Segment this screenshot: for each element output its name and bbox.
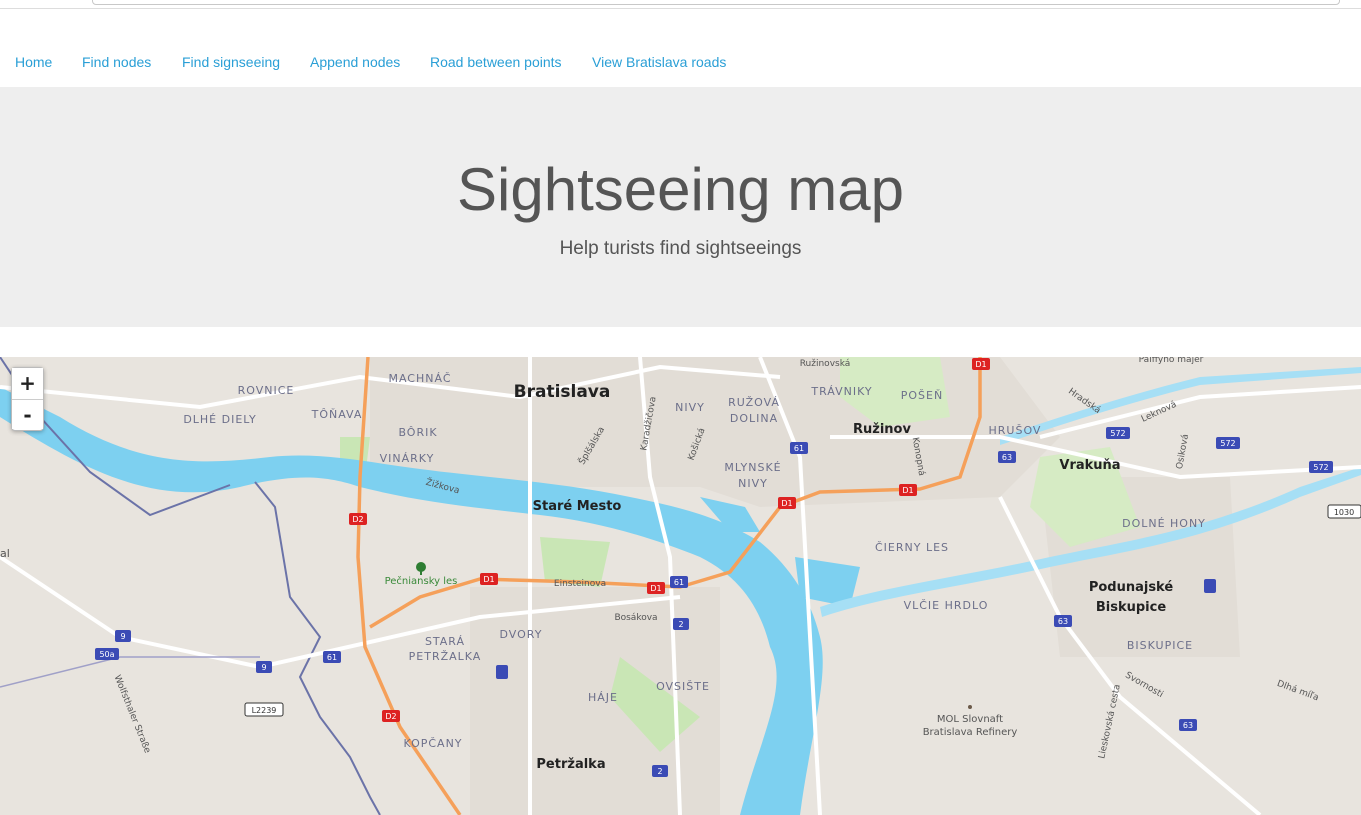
- page-subtitle: Help turists find sightseeings: [559, 238, 802, 259]
- svg-text:STARÁ: STARÁ: [425, 635, 465, 648]
- svg-text:2: 2: [678, 620, 683, 629]
- svg-text:PETRŽALKA: PETRŽALKA: [409, 650, 482, 663]
- map-container[interactable]: D1 D2 D1 D1 D1 D1 D2 61 61 61 63 63 63 5…: [0, 357, 1361, 815]
- svg-text:63: 63: [1058, 617, 1068, 626]
- svg-text:2: 2: [657, 767, 662, 776]
- svg-text:VINÁRKY: VINÁRKY: [380, 452, 435, 465]
- svg-text:572: 572: [1313, 463, 1328, 472]
- label-biskupice: Biskupice: [1096, 600, 1166, 615]
- svg-text:BÔRIK: BÔRIK: [398, 426, 437, 439]
- svg-text:MLYNSKÉ: MLYNSKÉ: [724, 461, 781, 474]
- svg-text:D2: D2: [352, 515, 363, 524]
- svg-text:D1: D1: [650, 584, 661, 593]
- svg-text:ČIERNY LES: ČIERNY LES: [875, 541, 949, 554]
- zoom-out-button[interactable]: -: [12, 399, 43, 429]
- svg-text:TRÁVNIKY: TRÁVNIKY: [810, 385, 872, 398]
- svg-text:NIVY: NIVY: [738, 477, 768, 490]
- svg-text:POŠEŇ: POŠEŇ: [901, 389, 943, 402]
- svg-text:Ružinovská: Ružinovská: [800, 359, 851, 369]
- refinery-marker: [968, 705, 972, 709]
- svg-text:61: 61: [794, 444, 804, 453]
- jumbotron: Sightseeing map Help turists find sights…: [0, 87, 1361, 327]
- svg-text:Einsteinova: Einsteinova: [554, 579, 606, 589]
- svg-text:VLČIE HRDLO: VLČIE HRDLO: [904, 599, 989, 612]
- svg-text:63: 63: [1183, 721, 1193, 730]
- label-podunajske: Podunajské: [1089, 580, 1174, 595]
- svg-text:al: al: [0, 547, 10, 560]
- svg-text:9: 9: [120, 632, 125, 641]
- svg-text:D2: D2: [385, 712, 396, 721]
- svg-text:DOLNÉ HONY: DOLNÉ HONY: [1122, 517, 1206, 530]
- zoom-in-button[interactable]: +: [12, 368, 43, 399]
- svg-text:NIVY: NIVY: [675, 401, 705, 414]
- nav-find-nodes[interactable]: Find nodes: [82, 54, 151, 70]
- svg-text:DVORY: DVORY: [500, 628, 543, 641]
- svg-text:ROVNICE: ROVNICE: [238, 384, 295, 397]
- nav-append-nodes[interactable]: Append nodes: [310, 54, 400, 70]
- svg-text:OVSIŠTE: OVSIŠTE: [656, 680, 710, 693]
- svg-text:HRUŠOV: HRUŠOV: [989, 424, 1042, 437]
- svg-text:Bratislava Refinery: Bratislava Refinery: [923, 727, 1018, 738]
- svg-text:63: 63: [1002, 453, 1012, 462]
- svg-text:9: 9: [261, 663, 266, 672]
- svg-text:HÁJE: HÁJE: [588, 691, 618, 704]
- svg-text:BISKUPICE: BISKUPICE: [1127, 639, 1193, 652]
- map-zoom-control: + -: [11, 367, 44, 431]
- svg-text:D1: D1: [902, 486, 913, 495]
- map-canvas[interactable]: D1 D2 D1 D1 D1 D1 D2 61 61 61 63 63 63 5…: [0, 357, 1361, 815]
- browser-toolbar: [0, 0, 1361, 9]
- svg-text:MACHNÁČ: MACHNÁČ: [388, 372, 451, 385]
- svg-text:572: 572: [1220, 439, 1235, 448]
- label-bratislava: Bratislava: [514, 382, 611, 402]
- svg-text:TÔŇAVA: TÔŇAVA: [311, 408, 363, 421]
- address-bar[interactable]: [92, 0, 1340, 5]
- svg-text:MOL Slovnaft: MOL Slovnaft: [937, 714, 1003, 725]
- main-navbar: Home Find nodes Find signseeing Append n…: [0, 9, 1361, 87]
- svg-text:Bosákova: Bosákova: [614, 613, 657, 623]
- svg-text:Pečniansky les: Pečniansky les: [385, 575, 458, 587]
- svg-text:50a: 50a: [99, 650, 114, 659]
- nav-road-between-points[interactable]: Road between points: [430, 54, 562, 70]
- svg-text:572: 572: [1110, 429, 1125, 438]
- label-stare-mesto: Staré Mesto: [533, 499, 622, 514]
- nav-home[interactable]: Home: [15, 54, 52, 70]
- label-petrzalka: Petržalka: [536, 757, 605, 772]
- nav-find-signseeing[interactable]: Find signseeing: [182, 54, 280, 70]
- label-vrakuna: Vrakuňa: [1059, 458, 1120, 473]
- svg-text:1030: 1030: [1334, 508, 1354, 517]
- nav-view-bratislava-roads[interactable]: View Bratislava roads: [592, 54, 726, 70]
- svg-text:61: 61: [674, 578, 684, 587]
- svg-text:61: 61: [327, 653, 337, 662]
- label-ruzinov: Ružinov: [853, 422, 911, 437]
- page-title: Sightseeing map: [457, 156, 904, 223]
- svg-text:DLHÉ DIELY: DLHÉ DIELY: [183, 413, 256, 426]
- svg-text:D1: D1: [781, 499, 792, 508]
- svg-text:RUŽOVÁ: RUŽOVÁ: [728, 396, 780, 409]
- svg-text:L2239: L2239: [252, 706, 277, 715]
- svg-text:Pálffyho majer: Pálffyho majer: [1139, 357, 1204, 365]
- svg-text:D1: D1: [483, 575, 494, 584]
- svg-text:DOLINA: DOLINA: [730, 412, 778, 425]
- svg-text:D1: D1: [975, 360, 986, 369]
- svg-text:KOPČANY: KOPČANY: [403, 737, 462, 750]
